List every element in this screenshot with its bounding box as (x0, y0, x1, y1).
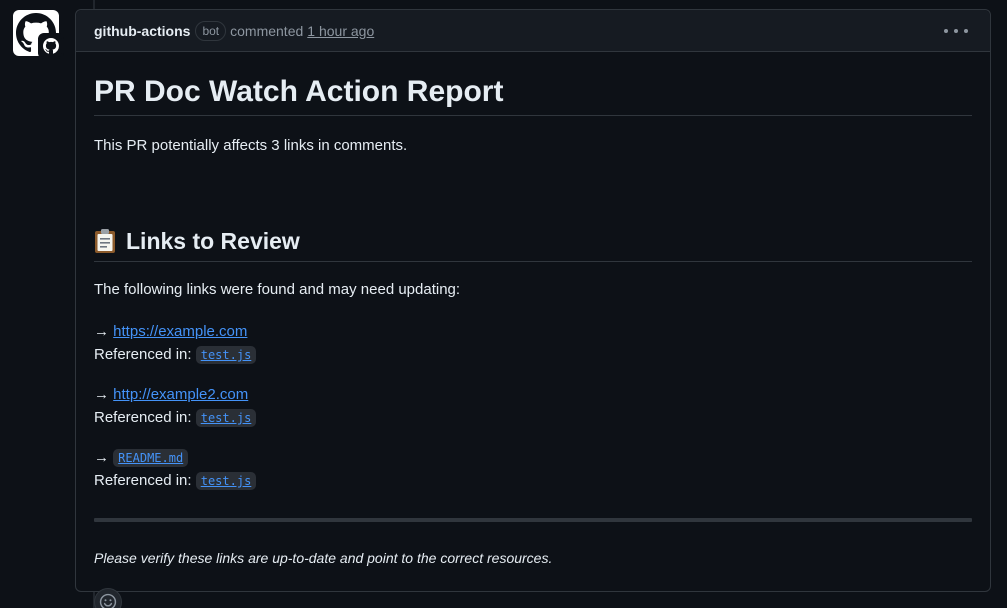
referenced-file[interactable]: test.js (195, 409, 257, 427)
footer-note: Please verify these links are up-to-date… (94, 550, 553, 566)
clipboard-icon (94, 228, 116, 254)
link-item: → README.md (94, 448, 189, 468)
menu-dot (954, 29, 958, 33)
links-intro: The following links were found and may n… (94, 281, 461, 298)
author-link[interactable]: github-actions (94, 23, 190, 39)
arrow-glyph: → (94, 449, 109, 466)
add-reaction-button[interactable] (94, 588, 122, 608)
report-summary: This PR potentially affects 3 links in c… (94, 137, 408, 154)
github-app-badge-icon (38, 33, 64, 59)
comment-header: github-actions bot commented 1 hour ago (76, 10, 990, 52)
referenced-label: Referenced in: (94, 346, 192, 363)
link-reference: Referenced in: test.js (94, 471, 257, 491)
menu-dot (944, 29, 948, 33)
kebab-horizontal-icon[interactable] (944, 22, 968, 40)
arrow-glyph: → (94, 386, 109, 403)
link-item: → https://example.com (94, 322, 247, 342)
section-heading: Links to Review (94, 226, 300, 256)
section-title-text: Links to Review (126, 228, 300, 254)
footer-divider (94, 518, 972, 522)
author-avatar[interactable] (13, 10, 64, 59)
referenced-file[interactable]: test.js (195, 346, 257, 364)
comment-action: commented (230, 22, 304, 39)
link-file[interactable]: README.md (113, 449, 189, 467)
referenced-file[interactable]: test.js (195, 472, 257, 490)
link-url[interactable]: https://example.com (113, 323, 247, 340)
link-item: → http://example2.com (94, 385, 248, 405)
comment-timeline: github-actions bot commented 1 hour ago … (0, 0, 1007, 608)
arrow-glyph: → (94, 323, 109, 340)
title-divider (94, 115, 972, 116)
referenced-label: Referenced in: (94, 472, 192, 489)
link-reference: Referenced in: test.js (94, 408, 257, 428)
report-title: PR Doc Watch Action Report (94, 75, 504, 108)
comment-timestamp[interactable]: 1 hour ago (307, 23, 374, 39)
link-reference: Referenced in: test.js (94, 345, 257, 365)
menu-dot (964, 29, 968, 33)
link-url[interactable]: http://example2.com (113, 386, 248, 403)
bot-badge: bot (195, 20, 227, 41)
smiley-icon (99, 593, 117, 608)
referenced-label: Referenced in: (94, 409, 192, 426)
comment-box: github-actions bot commented 1 hour ago … (75, 9, 991, 608)
section-divider (94, 261, 972, 262)
